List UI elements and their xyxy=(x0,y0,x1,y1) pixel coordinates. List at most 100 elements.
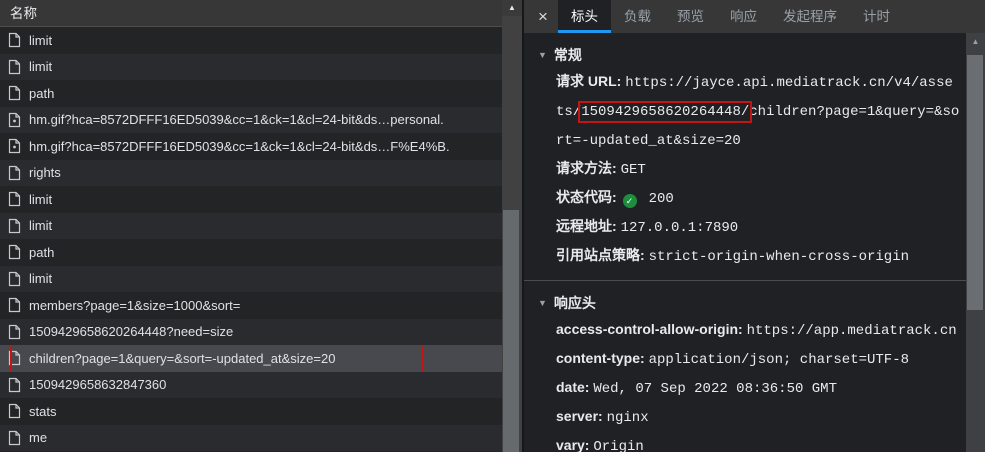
header-name: 请求方法: xyxy=(556,160,617,176)
header-name: 请求 URL: xyxy=(556,73,621,89)
request-name: 1509429658632847360 xyxy=(29,377,166,392)
document-icon xyxy=(8,350,21,366)
scrollbar-thumb[interactable] xyxy=(967,55,983,310)
network-request-row[interactable]: hm.gif?hca=8572DFFF16ED5039&cc=1&ck=1&cl… xyxy=(0,133,502,160)
tab-label: 响应 xyxy=(730,5,757,25)
header-value: application/json; charset=UTF-8 xyxy=(649,352,909,368)
header-value: https://app.mediatrack.cn xyxy=(747,323,957,339)
request-name: path xyxy=(29,245,54,260)
document-icon xyxy=(8,297,21,313)
request-name: limit xyxy=(29,33,52,48)
network-request-row[interactable]: path xyxy=(0,239,502,266)
network-request-row[interactable]: limit xyxy=(0,266,502,293)
header-row: date: Wed, 07 Sep 2022 08:36:50 GMT xyxy=(556,374,960,403)
header-name: 引用站点策略: xyxy=(556,247,645,263)
network-request-row[interactable]: children?page=1&query=&sort=-updated_at&… xyxy=(0,345,502,372)
request-name: limit xyxy=(29,192,52,207)
name-column-header[interactable]: 名称 xyxy=(10,6,37,21)
header-row: 引用站点策略: strict-origin-when-cross-origin xyxy=(556,242,960,271)
request-name: limit xyxy=(29,59,52,74)
header-name: 远程地址: xyxy=(556,218,617,234)
document-icon xyxy=(8,191,21,207)
network-request-row[interactable]: path xyxy=(0,80,502,107)
headers-content: ▼ 常规 请求 URL: https://jayce.api.mediatrac… xyxy=(524,33,966,452)
document-icon xyxy=(8,244,21,260)
network-request-row[interactable]: hm.gif?hca=8572DFFF16ED5039&cc=1&ck=1&cl… xyxy=(0,107,502,134)
request-name: 1509429658620264448?need=size xyxy=(29,324,233,339)
header-row: 请求 URL: https://jayce.api.mediatrack.cn/… xyxy=(556,68,960,155)
network-request-row[interactable]: limit xyxy=(0,213,502,240)
network-request-row[interactable]: members?page=1&size=1000&sort= xyxy=(0,292,502,319)
tab-响应[interactable]: 响应 xyxy=(717,0,770,33)
devtools-network-panel: 名称 limit limit path xyxy=(0,0,985,452)
tab-label: 负载 xyxy=(624,5,651,25)
request-name: hm.gif?hca=8572DFFF16ED5039&cc=1&ck=1&cl… xyxy=(29,139,450,154)
request-name: members?page=1&size=1000&sort= xyxy=(29,298,240,313)
details-scrollbar[interactable]: ▲ xyxy=(966,33,985,452)
header-row: 请求方法: GET xyxy=(556,155,960,184)
tab-label: 标头 xyxy=(571,5,598,25)
detail-tabs: 标头 负载 预览 响应 发起程序 计时 xyxy=(558,0,903,33)
tab-负载[interactable]: 负载 xyxy=(611,0,664,33)
document-icon xyxy=(8,403,21,419)
network-list-scrollbar[interactable]: ▲ xyxy=(502,0,522,452)
section-title: 响应头 xyxy=(554,293,596,313)
request-name: me xyxy=(29,430,47,445)
tab-label: 预览 xyxy=(677,5,704,25)
tab-预览[interactable]: 预览 xyxy=(664,0,717,33)
section-body: 请求 URL: https://jayce.api.mediatrack.cn/… xyxy=(556,68,960,271)
request-name: stats xyxy=(29,404,56,419)
document-icon xyxy=(8,85,21,101)
header-value: Wed, 07 Sep 2022 08:36:50 GMT xyxy=(593,381,837,397)
header-row: access-control-allow-origin: https://app… xyxy=(556,316,960,345)
detail-tab-bar: × 标头 负载 预览 响应 发起程序 计时 xyxy=(524,0,985,33)
header-row: vary: Origin xyxy=(556,432,960,452)
network-request-row[interactable]: limit xyxy=(0,27,502,54)
header-value: strict-origin-when-cross-origin xyxy=(649,249,909,265)
headers-section: ▼ 常规 请求 URL: https://jayce.api.mediatrac… xyxy=(524,41,966,271)
status-ok-icon: ✓ xyxy=(623,194,637,208)
network-request-row[interactable]: 1509429658632847360 xyxy=(0,372,502,399)
header-row: content-type: application/json; charset=… xyxy=(556,345,960,374)
tab-label: 发起程序 xyxy=(783,5,837,25)
header-name: 状态代码: xyxy=(556,189,617,205)
document-icon xyxy=(8,165,21,181)
header-value: nginx xyxy=(607,410,649,426)
tab-发起程序[interactable]: 发起程序 xyxy=(770,0,850,33)
request-name: limit xyxy=(29,218,52,233)
header-row: 状态代码: ✓ 200 xyxy=(556,184,960,213)
chevron-down-icon: ▼ xyxy=(538,298,547,308)
section-header[interactable]: ▼ 响应头 xyxy=(524,289,966,316)
tab-标头[interactable]: 标头 xyxy=(558,0,611,33)
document-icon xyxy=(8,218,21,234)
network-request-row[interactable]: stats xyxy=(0,398,502,425)
header-name: vary: xyxy=(556,437,589,452)
network-request-row[interactable]: limit xyxy=(0,54,502,81)
request-name: hm.gif?hca=8572DFFF16ED5039&cc=1&ck=1&cl… xyxy=(29,112,444,127)
section-body: access-control-allow-origin: https://app… xyxy=(556,316,960,452)
annotation-box-url-id: 1509429658620264448/ xyxy=(581,104,749,120)
header-value: GET xyxy=(621,162,646,178)
request-name: limit xyxy=(29,271,52,286)
image-icon xyxy=(8,112,21,128)
request-name: path xyxy=(29,86,54,101)
scroll-up-icon[interactable]: ▲ xyxy=(966,33,985,49)
network-request-row[interactable]: me xyxy=(0,425,502,452)
scroll-up-icon[interactable]: ▲ xyxy=(502,0,522,16)
document-icon xyxy=(8,59,21,75)
tab-计时[interactable]: 计时 xyxy=(850,0,903,33)
header-row: 远程地址: 127.0.0.1:7890 xyxy=(556,213,960,242)
network-request-row[interactable]: 1509429658620264448?need=size xyxy=(0,319,502,346)
header-value: Origin xyxy=(593,439,643,452)
close-icon[interactable]: × xyxy=(528,0,558,33)
document-icon xyxy=(8,271,21,287)
scrollbar-thumb[interactable] xyxy=(503,210,519,452)
chevron-down-icon: ▼ xyxy=(538,50,547,60)
network-request-row[interactable]: rights xyxy=(0,160,502,187)
network-request-row[interactable]: limit xyxy=(0,186,502,213)
header-value: 200 xyxy=(649,191,674,207)
section-header[interactable]: ▼ 常规 xyxy=(524,41,966,68)
header-row: server: nginx xyxy=(556,403,960,432)
network-request-list-panel: 名称 limit limit path xyxy=(0,0,502,452)
header-name: access-control-allow-origin: xyxy=(556,321,743,337)
